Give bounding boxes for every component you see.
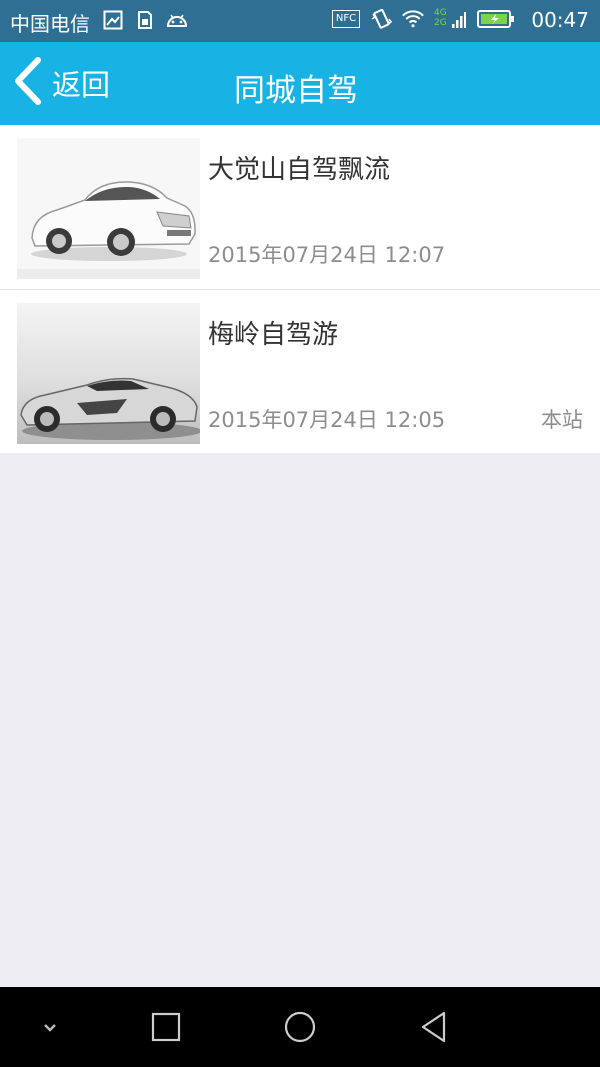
back-label: 返回 xyxy=(52,68,111,102)
battery-icon xyxy=(476,8,516,30)
image-icon xyxy=(102,9,124,31)
nfc-icon: NFC xyxy=(332,10,360,28)
list-item[interactable]: 梅岭自驾游 2015年07月24日 12:05 本站 xyxy=(0,289,600,453)
item-date: 2015年07月24日 12:05 xyxy=(208,408,446,432)
system-nav-bar xyxy=(0,987,600,1067)
chevron-left-icon xyxy=(12,56,44,110)
item-title: 梅岭自驾游 xyxy=(208,320,339,350)
page-title: 同城自驾 xyxy=(234,73,358,109)
home-icon[interactable] xyxy=(278,1005,322,1049)
silver-sports-car-photo xyxy=(17,303,200,444)
recent-apps-icon[interactable] xyxy=(144,1005,188,1049)
item-title: 大觉山自驾飘流 xyxy=(208,155,391,185)
clock: 00:47 xyxy=(531,8,589,32)
item-source: 本站 xyxy=(541,408,583,432)
back-button[interactable]: 返回 xyxy=(12,56,110,110)
signal-icon: 4G 2G xyxy=(434,8,466,30)
app-header: 返回 同城自驾 xyxy=(0,42,600,125)
back-icon[interactable] xyxy=(412,1005,456,1049)
android-icon xyxy=(166,9,188,31)
vibrate-icon xyxy=(370,8,392,30)
wifi-icon xyxy=(402,8,424,30)
net-2g-label: 2G xyxy=(434,18,447,28)
sim-icon xyxy=(134,9,156,31)
status-bar: 中国电信 NFC 4G 2G 00:47 xyxy=(0,0,600,42)
white-sedan-photo xyxy=(17,138,200,279)
article-list: 大觉山自驾飘流 2015年07月24日 12:07 梅岭自驾游 2015年07月… xyxy=(0,125,600,453)
net-4g-label: 4G xyxy=(434,8,447,18)
chevron-down-icon[interactable] xyxy=(28,1005,72,1049)
carrier-label: 中国电信 xyxy=(10,12,90,36)
list-item[interactable]: 大觉山自驾飘流 2015年07月24日 12:07 xyxy=(0,125,600,289)
item-date: 2015年07月24日 12:07 xyxy=(208,243,446,267)
